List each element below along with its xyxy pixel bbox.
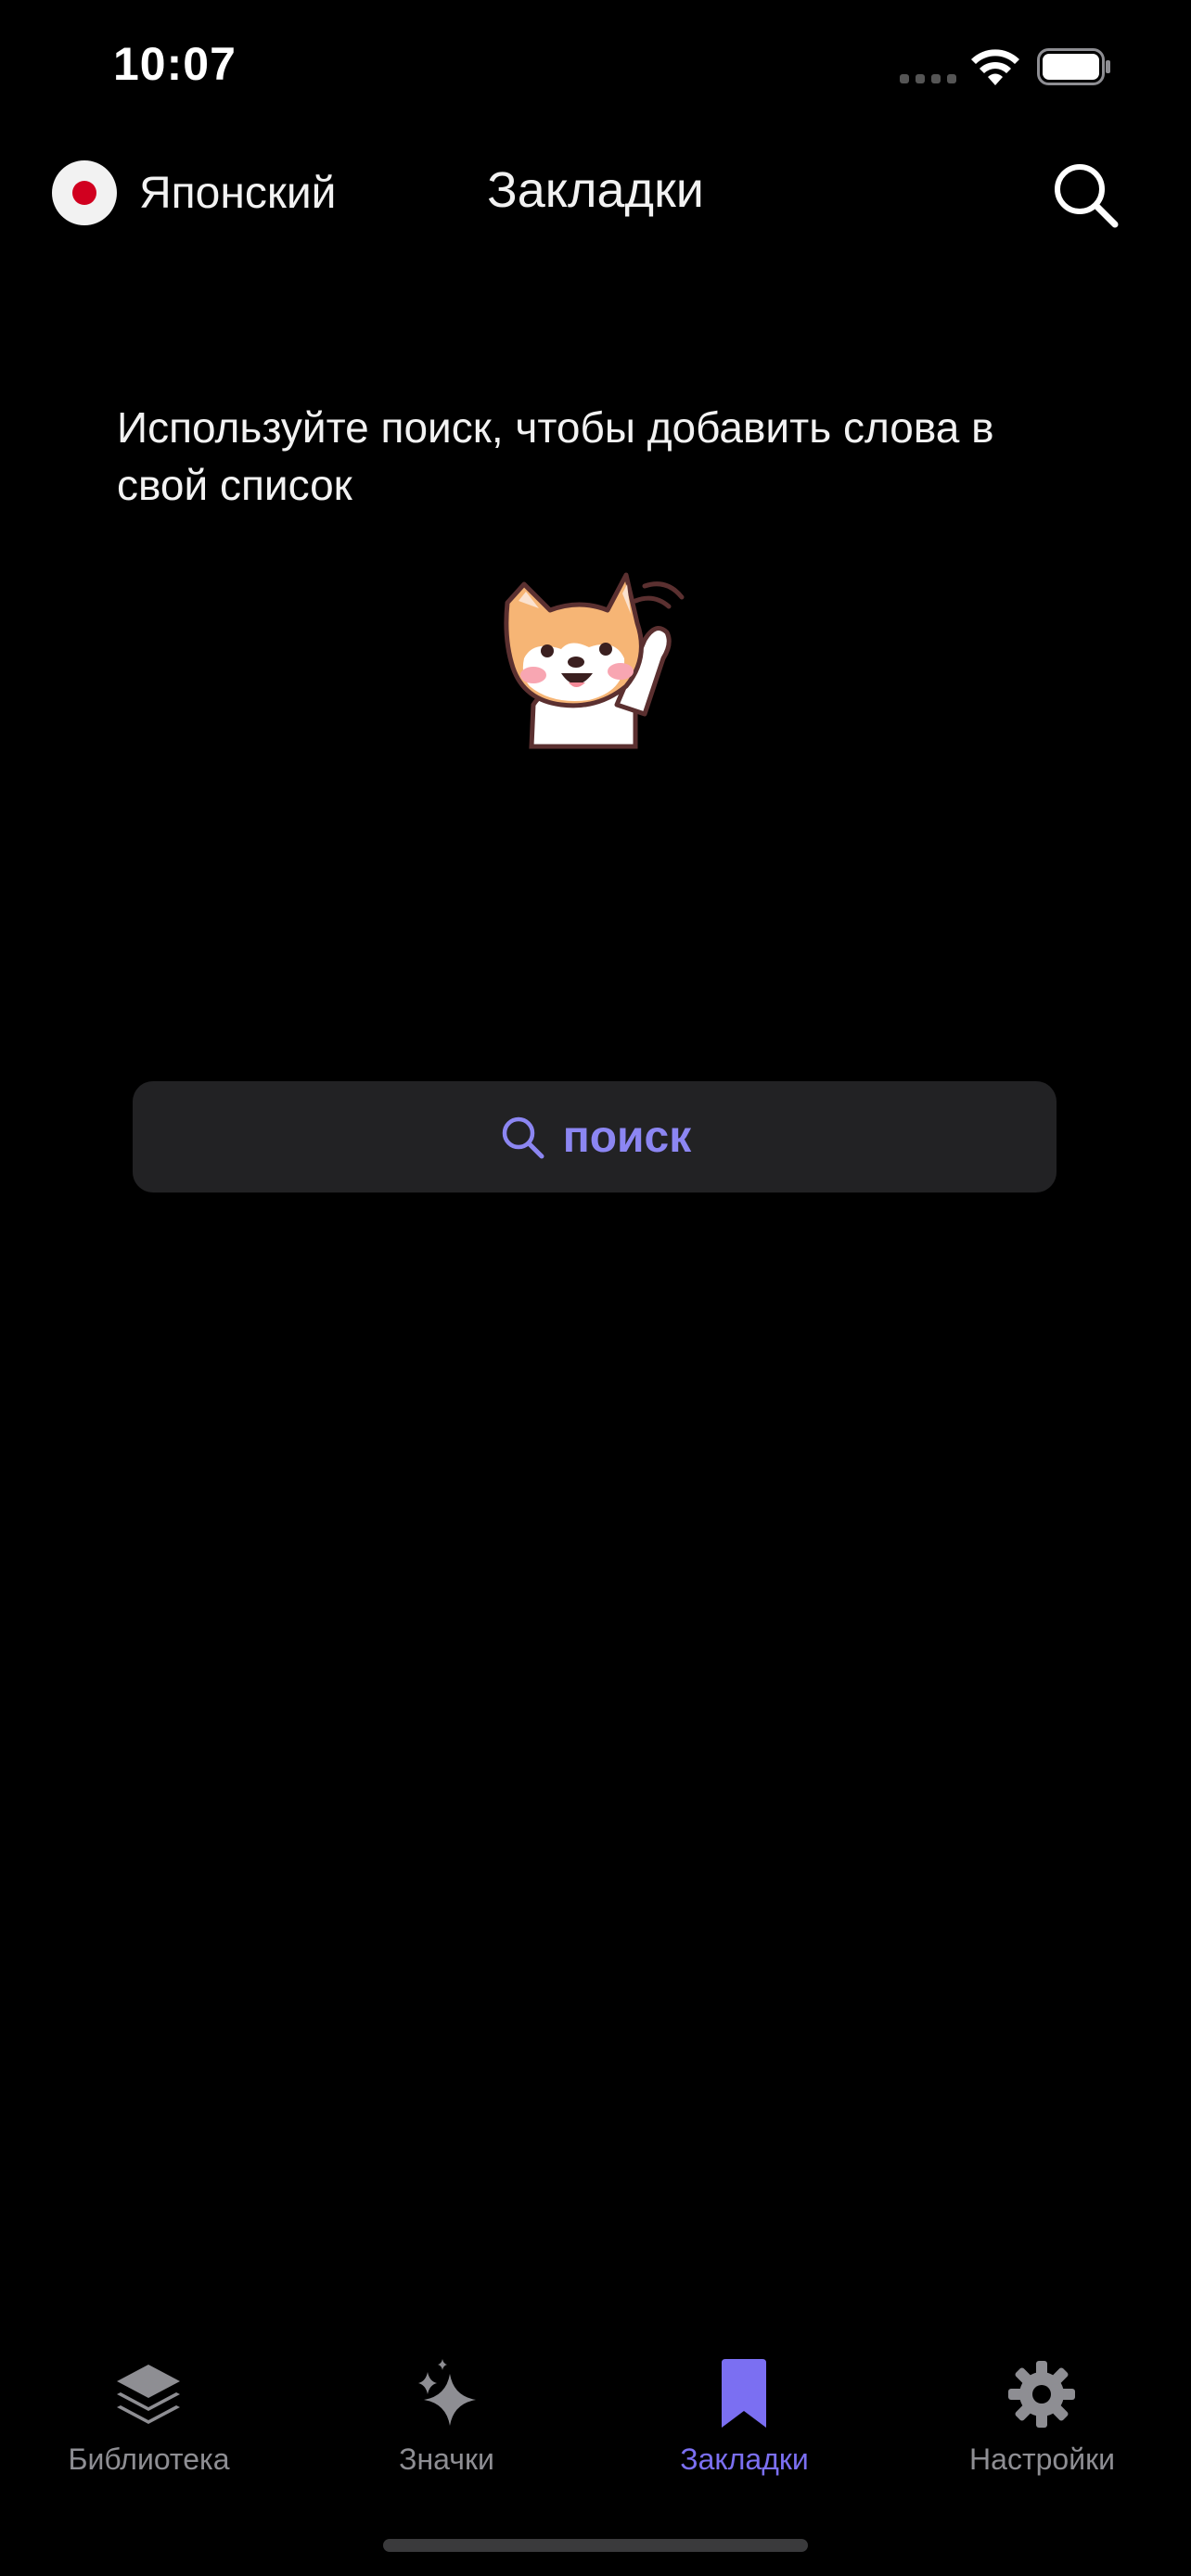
tab-bar: Библиотека Значки Закладки Настройки bbox=[0, 2346, 1191, 2485]
search-button-label: поиск bbox=[562, 1112, 692, 1162]
tab-label: Значки bbox=[399, 2442, 494, 2476]
tab-badges[interactable]: Значки bbox=[298, 2346, 596, 2485]
bookmark-icon bbox=[722, 2359, 766, 2428]
sparkles-icon bbox=[418, 2359, 476, 2426]
page-title: Закладки bbox=[487, 162, 704, 218]
tab-label: Библиотека bbox=[68, 2442, 230, 2476]
tab-bookmarks[interactable]: Закладки bbox=[596, 2346, 893, 2485]
tab-label: Закладки bbox=[680, 2442, 809, 2476]
search-icon[interactable] bbox=[1048, 158, 1122, 232]
tab-library[interactable]: Библиотека bbox=[0, 2346, 298, 2485]
battery-icon bbox=[1037, 48, 1110, 85]
home-indicator[interactable] bbox=[383, 2539, 808, 2552]
shiba-dog-waving-icon bbox=[504, 572, 685, 749]
search-icon bbox=[502, 1116, 544, 1159]
tab-settings[interactable]: Настройки bbox=[893, 2346, 1191, 2485]
wifi-icon bbox=[971, 49, 1019, 85]
status-bar: 10:07 bbox=[0, 0, 1191, 139]
status-time: 10:07 bbox=[113, 38, 237, 90]
nav-header: Японский Закладки bbox=[0, 139, 1191, 250]
cellular-signal-icon bbox=[900, 74, 957, 83]
search-button[interactable]: поиск bbox=[133, 1081, 1057, 1192]
empty-state-hint: Используйте поиск, чтобы добавить слова … bbox=[117, 403, 994, 509]
layers-icon bbox=[117, 2365, 180, 2424]
tab-label: Настройки bbox=[969, 2442, 1115, 2476]
gear-icon bbox=[1008, 2361, 1075, 2428]
